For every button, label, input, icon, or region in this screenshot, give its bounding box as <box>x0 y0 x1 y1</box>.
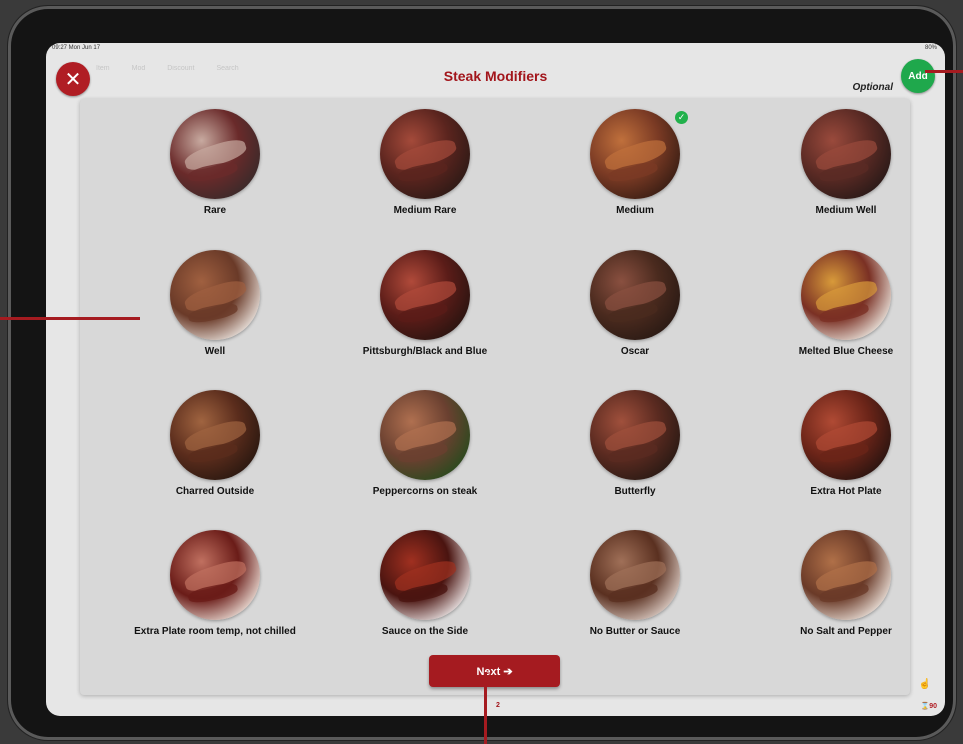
modifier-image <box>170 390 260 480</box>
modifier-option[interactable]: Medium Rare <box>325 109 525 216</box>
modifier-image <box>380 250 470 340</box>
modifier-label: Oscar <box>620 346 650 357</box>
modifier-label: No Butter or Sauce <box>589 626 681 637</box>
add-button[interactable]: Add <box>901 59 935 93</box>
modifier-image <box>590 530 680 620</box>
modifier-label: No Salt and Pepper <box>800 626 892 637</box>
checkmark-icon: ✓ <box>675 111 688 124</box>
modifier-option[interactable]: No Salt and Pepper <box>746 530 945 637</box>
modifier-image <box>590 109 680 199</box>
modifier-image <box>170 109 260 199</box>
modifier-image <box>380 109 470 199</box>
callout-line-well <box>0 317 140 320</box>
modifier-label: Melted Blue Cheese <box>798 346 894 357</box>
modifier-image <box>170 250 260 340</box>
modifier-option[interactable]: Extra Plate room temp, not chilled <box>115 530 315 637</box>
modifier-image <box>801 109 891 199</box>
status-time: 09:27 Mon Jun 17 <box>52 45 101 51</box>
modifier-option[interactable]: No Butter or Sauce <box>535 530 735 637</box>
modifier-image <box>380 530 470 620</box>
modifier-label: Butterfly <box>614 486 656 497</box>
modifier-option[interactable]: Pittsburgh/Black and Blue <box>325 250 525 357</box>
modifier-option[interactable]: ✓ Medium <box>535 109 735 216</box>
status-bar: 09:27 Mon Jun 17 80% <box>46 43 945 55</box>
modifier-option[interactable]: Medium Well <box>746 109 945 216</box>
page-indicator: 2 <box>496 702 500 709</box>
modifier-image <box>801 390 891 480</box>
modifier-label: Peppercorns on steak <box>372 486 478 497</box>
modifier-image <box>380 390 470 480</box>
modifier-option[interactable]: Sauce on the Side <box>325 530 525 637</box>
battery-indicator: 80% <box>924 45 937 51</box>
modifier-label: Well <box>204 346 226 357</box>
screen: 09:27 Mon Jun 17 80% Item Mod Discount S… <box>46 43 945 716</box>
modifier-option[interactable]: Melted Blue Cheese <box>746 250 945 357</box>
modifier-option[interactable]: Peppercorns on steak <box>325 390 525 497</box>
modifier-image <box>590 250 680 340</box>
modifier-option[interactable]: Butterfly <box>535 390 735 497</box>
modifier-label: Sauce on the Side <box>381 626 469 637</box>
modifier-option[interactable]: Well <box>115 250 315 357</box>
next-button[interactable]: Next ➔ <box>429 655 560 687</box>
modifier-option[interactable]: Charred Outside <box>115 390 315 497</box>
hourglass-timer: ⌛90 <box>920 703 937 710</box>
modifier-label: Charred Outside <box>175 486 255 497</box>
modifier-image <box>590 390 680 480</box>
modifier-label: Medium Well <box>815 205 877 216</box>
page-title: Steak Modifiers <box>443 68 548 84</box>
modifier-label: Medium <box>616 205 654 216</box>
hand-pointer-icon: ☝ <box>918 679 931 690</box>
modifier-label: Rare <box>203 205 227 216</box>
tablet-frame: 09:27 Mon Jun 17 80% Item Mod Discount S… <box>8 6 956 740</box>
modifier-label: Medium Rare <box>393 205 457 216</box>
callout-line-next <box>484 672 487 744</box>
modifier-panel: Rare Medium Rare ✓ Medium Medium Well Well Pit… <box>80 99 910 695</box>
optional-label: Optional <box>852 82 893 93</box>
modifier-image <box>801 250 891 340</box>
modifier-label: Extra Hot Plate <box>810 486 882 497</box>
modifier-option[interactable]: Extra Hot Plate <box>746 390 945 497</box>
callout-line-add <box>925 70 963 73</box>
modifier-option[interactable]: Rare <box>115 109 315 216</box>
modifier-label: Pittsburgh/Black and Blue <box>362 346 488 357</box>
modal-header: ✕ Steak Modifiers Optional Add <box>46 55 945 105</box>
modifier-label: Extra Plate room temp, not chilled <box>134 626 296 637</box>
modifier-image <box>170 530 260 620</box>
modifier-option[interactable]: Oscar <box>535 250 735 357</box>
modifier-image <box>801 530 891 620</box>
